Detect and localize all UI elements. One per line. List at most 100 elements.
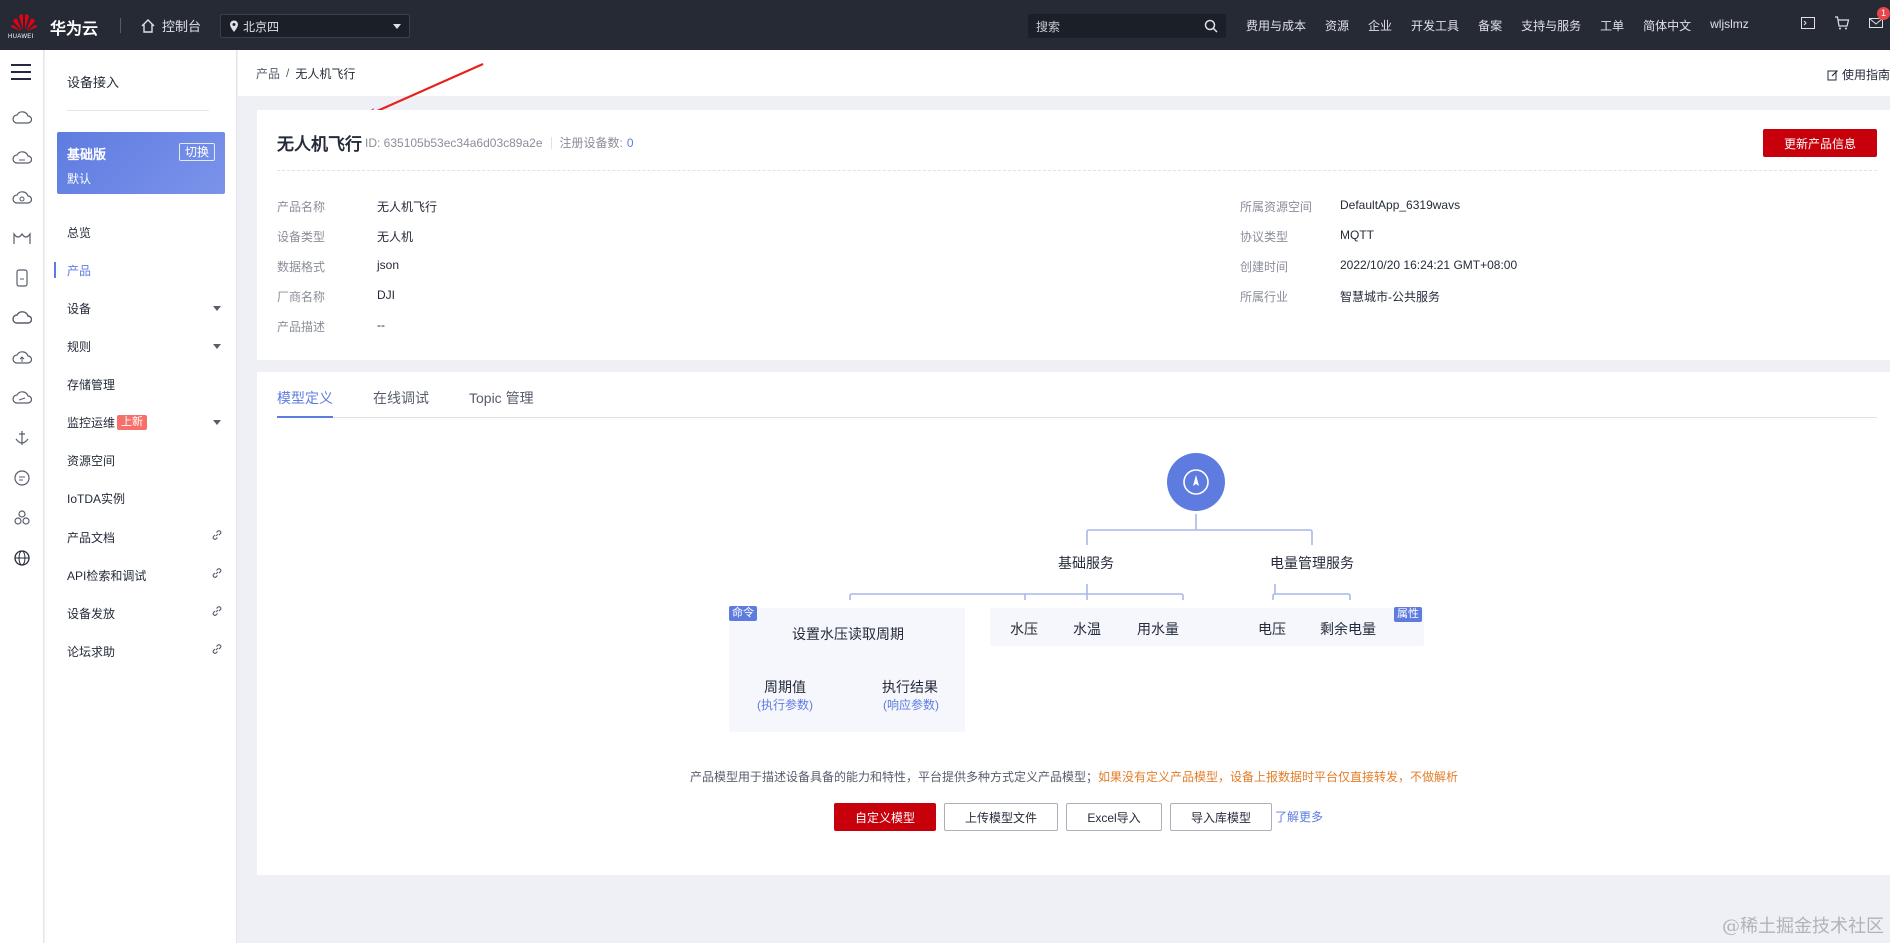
param-name: 执行结果 bbox=[882, 679, 938, 695]
param-type: (响应参数) bbox=[883, 698, 939, 712]
external-link-icon bbox=[212, 644, 222, 654]
sidebar-item-label: 监控运维 bbox=[67, 415, 116, 430]
update-product-button[interactable]: 更新产品信息 bbox=[1763, 129, 1877, 157]
tab-bar: 模型定义 在线调试 Topic 管理 bbox=[277, 372, 1877, 418]
sidebar-item-monitoring[interactable]: 监控运维 上新 bbox=[67, 412, 227, 432]
sidebar-item-provisioning[interactable]: 设备发放 bbox=[67, 603, 227, 623]
field-value: -- bbox=[377, 318, 385, 332]
breadcrumb-separator: / bbox=[286, 66, 290, 80]
divider bbox=[277, 170, 1877, 171]
product-info-card: 无人机飞行 ID: 635105b53ec34a6d03c89a2e 注册设备数… bbox=[257, 110, 1890, 360]
upload-model-button[interactable]: 上传模型文件 bbox=[944, 803, 1058, 831]
menu-icon[interactable] bbox=[11, 64, 31, 80]
field-value: 智慧城市-公共服务 bbox=[1340, 290, 1440, 304]
custom-model-button[interactable]: 自定义模型 bbox=[834, 803, 936, 831]
terminal-icon[interactable] bbox=[1800, 15, 1816, 31]
search-input[interactable]: 搜索 bbox=[1028, 14, 1226, 38]
field-value: 2022/10/20 16:24:21 GMT+08:00 bbox=[1340, 258, 1518, 272]
nav-language[interactable]: 简体中文 bbox=[1643, 17, 1691, 34]
edition-switch-button[interactable]: 切换 bbox=[178, 143, 215, 161]
sidebar-item-product[interactable]: 产品 bbox=[54, 260, 227, 280]
tab-online-debug[interactable]: 在线调试 bbox=[373, 372, 429, 417]
registered-count[interactable]: 0 bbox=[627, 136, 634, 150]
brand-name[interactable]: 华为云 bbox=[50, 15, 98, 39]
nav-username[interactable]: wljslmz bbox=[1710, 17, 1749, 34]
sidebar-item-label: 总览 bbox=[67, 225, 92, 240]
property-tag: 属性 bbox=[1394, 607, 1422, 622]
property-item: 剩余电量 bbox=[1320, 621, 1376, 637]
chevron-down-icon bbox=[213, 306, 221, 311]
sidebar-item-label: 论坛求助 bbox=[67, 644, 116, 659]
sidebar-item-label: 设备发放 bbox=[67, 606, 116, 621]
cloud-server-icon[interactable] bbox=[12, 108, 32, 128]
cloud-upload-icon[interactable] bbox=[12, 348, 32, 368]
sidebar-item-overview[interactable]: 总览 bbox=[67, 222, 227, 242]
field-key: 协议类型 bbox=[1240, 230, 1289, 244]
nav-resources[interactable]: 资源 bbox=[1325, 17, 1349, 34]
property-item: 用水量 bbox=[1137, 621, 1179, 637]
edit-guide-icon bbox=[1827, 69, 1838, 80]
model-description: 产品模型用于描述设备具备的能力和特性，平台提供多种方式定义产品模型；如果没有定义… bbox=[690, 768, 1458, 785]
nav-icp[interactable]: 备案 bbox=[1478, 17, 1502, 34]
logo-text: HUAWEI bbox=[8, 34, 34, 40]
sidebar-item-storage[interactable]: 存储管理 bbox=[67, 374, 227, 394]
service-nav: 设备接入 基础版 切换 默认 总览 产品 设备 规则 存储管理 监控运维 上新 资… bbox=[45, 50, 237, 943]
sidebar-item-forum[interactable]: 论坛求助 bbox=[67, 641, 227, 661]
product-meta: ID: 635105b53ec34a6d03c89a2e 注册设备数: 0 bbox=[365, 134, 634, 151]
param-type: (执行参数) bbox=[757, 698, 813, 712]
top-nav: 费用与成本 资源 企业 开发工具 备案 支持与服务 工单 简体中文 wljslm… bbox=[1246, 17, 1749, 34]
cloud-link-icon[interactable] bbox=[12, 388, 32, 408]
external-link-icon bbox=[212, 606, 222, 616]
breadcrumb-parent[interactable]: 产品 bbox=[256, 65, 280, 82]
tab-topic-management[interactable]: Topic 管理 bbox=[469, 372, 534, 417]
field-key: 产品描述 bbox=[277, 320, 326, 334]
field-row: 产品描述 -- bbox=[277, 318, 385, 335]
huawei-logo-icon[interactable] bbox=[10, 10, 38, 32]
cloud-database-icon[interactable] bbox=[12, 188, 32, 208]
nav-enterprise[interactable]: 企业 bbox=[1368, 17, 1392, 34]
cart-icon[interactable] bbox=[1834, 15, 1850, 31]
sidebar-item-device[interactable]: 设备 bbox=[67, 298, 227, 318]
nav-ticket[interactable]: 工单 bbox=[1600, 17, 1624, 34]
notification-badge: 1 bbox=[1876, 7, 1890, 20]
field-key: 所属资源空间 bbox=[1240, 200, 1313, 214]
service-battery: 电量管理服务 bbox=[1270, 555, 1354, 571]
edition-name: 基础版 bbox=[67, 147, 107, 162]
chevron-down-icon bbox=[213, 420, 221, 425]
property-item: 水压 bbox=[1010, 621, 1038, 637]
cluster-icon[interactable] bbox=[12, 508, 32, 528]
search-icon[interactable] bbox=[1204, 19, 1218, 33]
guide-link[interactable]: 使用指南 bbox=[1827, 66, 1890, 83]
sidebar-item-resource-space[interactable]: 资源空间 bbox=[67, 450, 227, 470]
sidebar-item-label: 产品文档 bbox=[67, 530, 116, 545]
external-link-icon bbox=[212, 530, 222, 540]
chat-icon[interactable] bbox=[12, 468, 32, 488]
sidebar-item-rules[interactable]: 规则 bbox=[67, 336, 227, 356]
sidebar-item-label: API检索和调试 bbox=[67, 568, 147, 583]
sidebar-item-label: IoTDA实例 bbox=[67, 491, 126, 506]
import-library-button[interactable]: 导入库模型 bbox=[1170, 803, 1272, 831]
active-indicator bbox=[54, 262, 56, 278]
product-root-icon bbox=[1167, 453, 1225, 511]
nav-devtools[interactable]: 开发工具 bbox=[1411, 17, 1459, 34]
param-name: 周期值 bbox=[764, 679, 806, 695]
excel-import-button[interactable]: Excel导入 bbox=[1066, 803, 1162, 831]
tab-model-definition[interactable]: 模型定义 bbox=[277, 372, 333, 418]
nav-support[interactable]: 支持与服务 bbox=[1521, 17, 1581, 34]
bridge-icon[interactable] bbox=[12, 228, 32, 248]
new-badge: 上新 bbox=[117, 414, 148, 430]
cloud-icon[interactable] bbox=[12, 308, 32, 328]
mobile-device-icon[interactable] bbox=[12, 268, 32, 288]
nav-billing[interactable]: 费用与成本 bbox=[1246, 17, 1306, 34]
message-button[interactable]: 1 bbox=[1868, 7, 1890, 34]
sidebar-item-docs[interactable]: 产品文档 bbox=[67, 527, 227, 547]
sidebar-item-api[interactable]: API检索和调试 bbox=[67, 565, 227, 585]
cloud-network-icon[interactable] bbox=[12, 148, 32, 168]
sidebar-item-iotda-instance[interactable]: IoTDA实例 bbox=[67, 488, 227, 508]
console-link[interactable]: 控制台 bbox=[140, 16, 201, 35]
learn-more-link[interactable]: 了解更多 bbox=[1275, 808, 1323, 825]
region-select[interactable]: 北京四 bbox=[220, 14, 410, 38]
globe-icon[interactable] bbox=[12, 548, 32, 568]
search-placeholder: 搜索 bbox=[1036, 19, 1061, 34]
anchor-icon[interactable] bbox=[12, 428, 32, 448]
